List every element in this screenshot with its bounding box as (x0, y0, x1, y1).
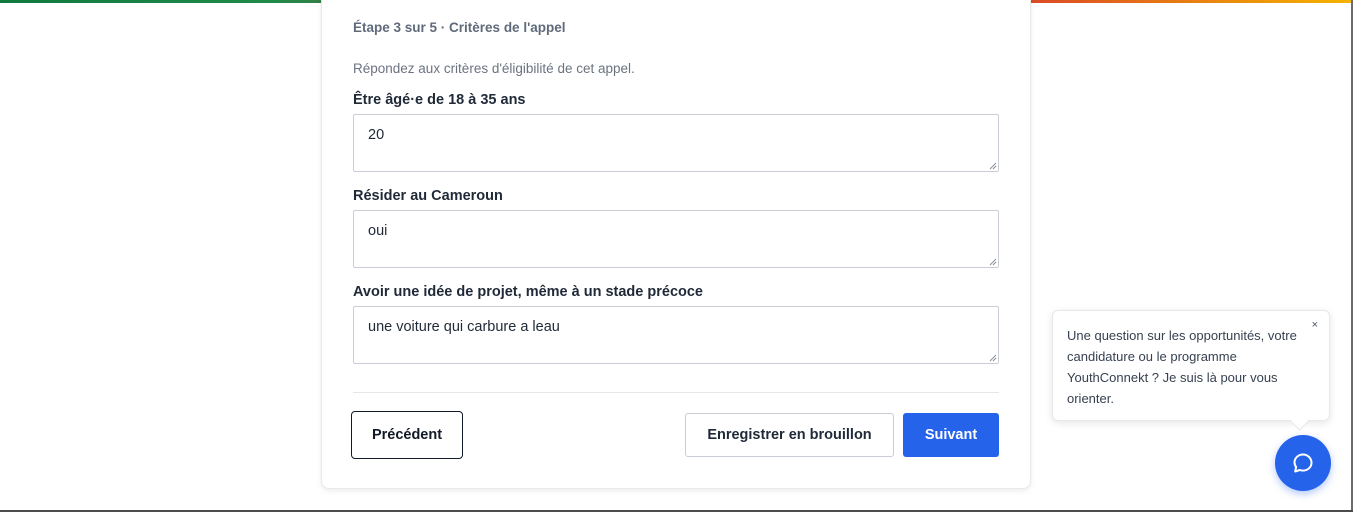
resize-grip-icon[interactable] (989, 354, 997, 362)
next-button[interactable]: Suivant (903, 413, 999, 457)
chat-prompt-message: Une question sur les opportunités, votre… (1067, 328, 1297, 406)
resize-grip-icon[interactable] (989, 162, 997, 170)
field-label-age: Être âgé·e de 18 à 35 ans (353, 92, 526, 108)
form-intro: Répondez aux critères d'éligibilité de c… (353, 61, 635, 76)
save-draft-button[interactable]: Enregistrer en brouillon (685, 413, 894, 457)
chat-bubble-icon (1293, 453, 1313, 473)
resize-grip-icon[interactable] (989, 258, 997, 266)
textarea-residence[interactable]: oui (353, 210, 999, 268)
chat-prompt-bubble: Une question sur les opportunités, votre… (1052, 310, 1330, 431)
field-label-residence: Résider au Cameroun (353, 188, 503, 204)
textarea-project[interactable]: une voiture qui carbure a leau (353, 306, 999, 364)
textarea-project-value: une voiture qui carbure a leau (368, 319, 560, 335)
textarea-age-value: 20 (368, 127, 385, 143)
chat-launcher-button[interactable] (1275, 435, 1331, 491)
close-icon[interactable]: × (1312, 319, 1318, 331)
application-form-card: Étape 3 sur 5 · Critères de l'appel Répo… (321, 0, 1031, 489)
textarea-age[interactable]: 20 (353, 114, 999, 172)
previous-button[interactable]: Précédent (351, 411, 463, 459)
bubble-tail (1290, 412, 1309, 431)
step-indicator: Étape 3 sur 5 · Critères de l'appel (353, 20, 566, 35)
field-label-project: Avoir une idée de projet, même à un stad… (353, 284, 703, 300)
form-divider (353, 392, 999, 393)
textarea-residence-value: oui (368, 223, 388, 239)
